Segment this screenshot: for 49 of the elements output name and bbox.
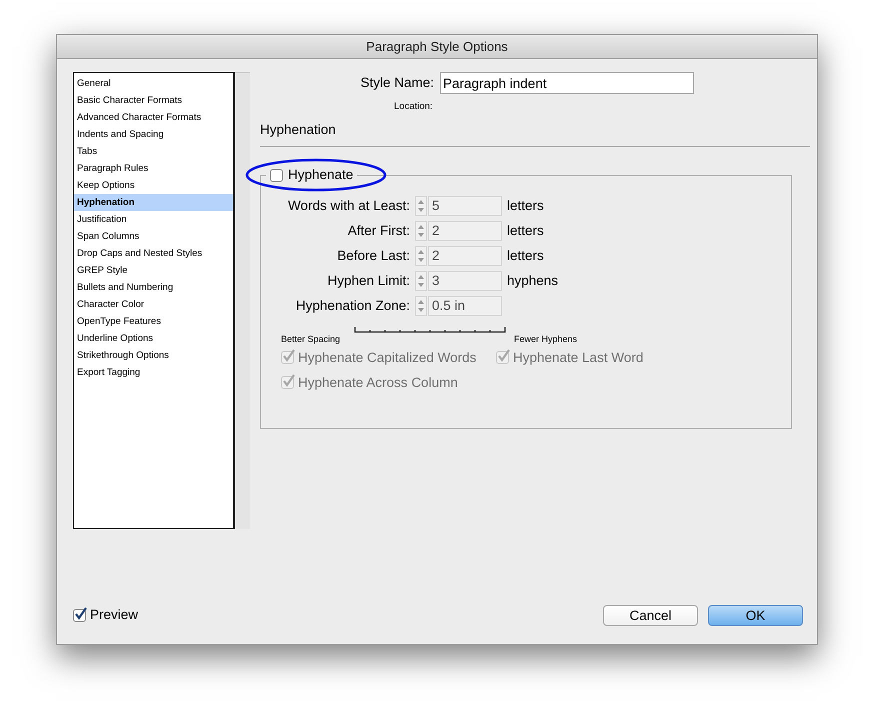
- sidebar-item[interactable]: General: [74, 75, 233, 92]
- option-label: Hyphenate Across Column: [298, 374, 458, 392]
- field-label: Before Last:: [336, 247, 410, 266]
- preview-label: Preview: [90, 606, 138, 624]
- option-label: Hyphenate Capitalized Words: [298, 348, 476, 367]
- sidebar-item[interactable]: Paragraph Rules: [74, 160, 233, 177]
- cancel-button[interactable]: Cancel: [603, 604, 698, 626]
- sidebar-item[interactable]: Drop Caps and Nested Styles: [74, 245, 233, 262]
- unit-label: letters: [507, 222, 544, 240]
- preview-checkbox[interactable]: [73, 608, 86, 622]
- sidebar-item[interactable]: Span Columns: [74, 228, 233, 245]
- sidebar-item[interactable]: Advanced Character Formats: [74, 109, 233, 126]
- hyphenate-checkbox[interactable]: [270, 168, 283, 182]
- window-title: Paragraph Style Options: [366, 38, 508, 56]
- sidebar-item[interactable]: OpenType Features: [74, 313, 233, 330]
- section-title: Hyphenation: [260, 121, 337, 139]
- stepper-icon[interactable]: [415, 246, 427, 266]
- sidebar-item[interactable]: Tabs: [74, 143, 233, 160]
- slider-left-label: Better Spacing: [281, 333, 342, 346]
- sidebar-item[interactable]: Basic Character Formats: [74, 92, 233, 109]
- style-name-label: Style Name:: [360, 74, 434, 92]
- unit-label: hyphens: [507, 272, 558, 290]
- sidebar-item[interactable]: Justification: [74, 211, 233, 228]
- stepper-icon[interactable]: [415, 221, 427, 242]
- sidebar-item[interactable]: Bullets and Numbering: [74, 279, 233, 296]
- style-name-field[interactable]: Paragraph indent: [440, 72, 694, 94]
- sidebar-item[interactable]: Indents and Spacing: [74, 126, 233, 143]
- sidebar-item[interactable]: Keep Options: [74, 177, 233, 194]
- sidebar-item[interactable]: Strikethrough Options: [74, 347, 233, 364]
- stepper-icon[interactable]: [415, 196, 427, 216]
- option-label: Hyphenate Last Word: [513, 348, 644, 367]
- field-label: After First:: [346, 222, 410, 240]
- ok-button[interactable]: OK: [708, 604, 803, 626]
- field-label: Hyphen Limit:: [326, 272, 410, 290]
- slider-track[interactable]: [354, 327, 506, 334]
- unit-label: letters: [507, 197, 544, 216]
- sidebar-item[interactable]: Character Color: [74, 296, 233, 313]
- sidebar-item[interactable]: Export Tagging: [74, 364, 233, 381]
- field-label: Hyphenation Zone:: [294, 297, 410, 316]
- slider-right-label: Fewer Hyphens: [514, 333, 578, 346]
- sidebar-item[interactable]: Underline Options: [74, 330, 233, 347]
- unit-label: letters: [507, 247, 544, 266]
- stepper-icon[interactable]: [415, 271, 427, 292]
- field-label: Words with at Least:: [286, 197, 410, 216]
- hyphenate-label: Hyphenate: [288, 166, 354, 184]
- sidebar-item[interactable]: GREP Style: [74, 262, 233, 279]
- stepper-icon[interactable]: [415, 296, 427, 316]
- location-label: Location:: [394, 100, 433, 112]
- sidebar-item[interactable]: Hyphenation: [74, 194, 233, 211]
